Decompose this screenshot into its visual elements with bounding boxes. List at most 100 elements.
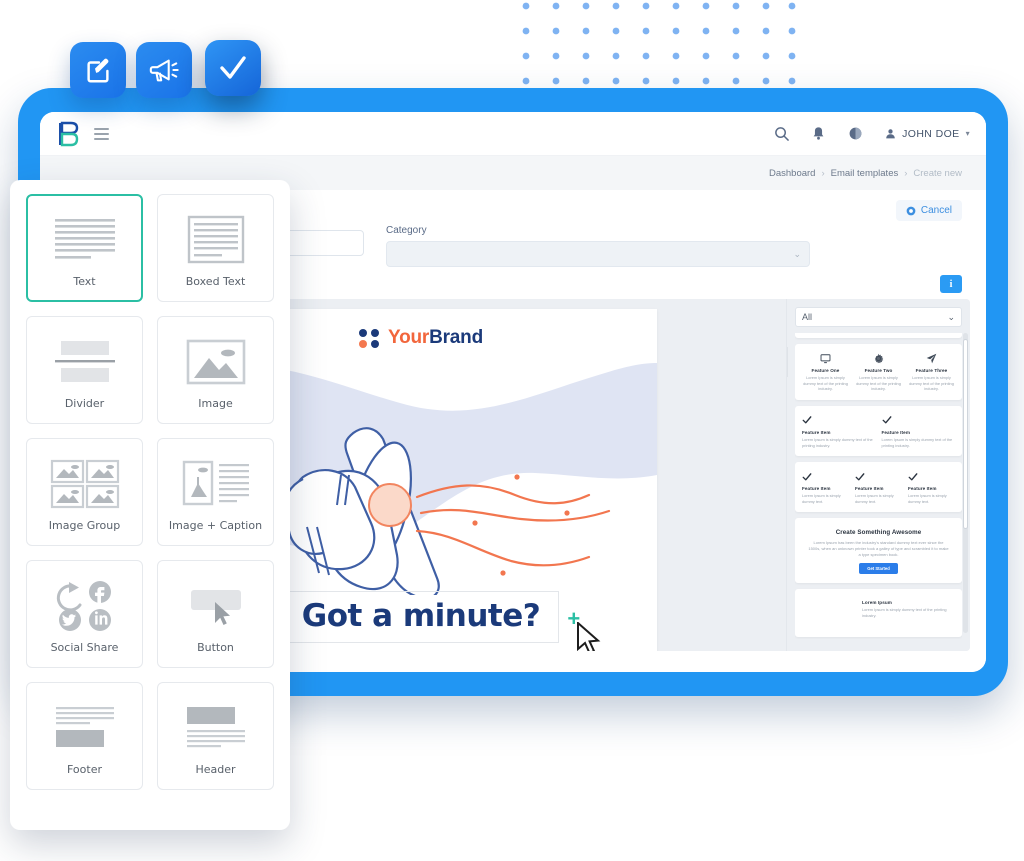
- page-title: Got a minute?: [301, 598, 541, 634]
- template-gallery: › All ⌄ Lorem Ipsum is simply dummy text…: [786, 299, 970, 651]
- info-button[interactable]: i: [940, 275, 962, 293]
- gallery-card[interactable]: Lorem Ipsum is simply dummy text of the …: [795, 333, 962, 339]
- check-icon: [855, 470, 902, 483]
- blocks-panel: Text Boxed Text Divider Image Image Grou…: [10, 180, 290, 830]
- gallery-card-title: Lorem Ipsum: [862, 600, 892, 606]
- gallery-scrollbar[interactable]: [963, 333, 968, 633]
- breadcrumb-separator: ›: [904, 167, 908, 179]
- block-tile-social-share[interactable]: Social Share: [26, 560, 143, 668]
- gallery-card-title: Feature Three: [915, 368, 948, 374]
- gallery-card-text: Lorem Ipsum is simply dummy text of the …: [803, 375, 848, 392]
- block-tile-divider[interactable]: Divider: [26, 316, 143, 424]
- globe-icon[interactable]: [848, 126, 863, 141]
- gallery-filter-value: All: [802, 312, 813, 322]
- gear-icon: [855, 352, 902, 365]
- gallery-card-column: Feature Item Lorem Ipsum is simply dummy…: [855, 470, 902, 504]
- gallery-card-title: Feature Item: [881, 429, 911, 435]
- block-tile-label: Text: [73, 274, 96, 288]
- blocks-grid: Text Boxed Text Divider Image Image Grou…: [26, 194, 274, 790]
- gallery-collapse-button[interactable]: ›: [787, 347, 788, 377]
- block-tile-label: Header: [195, 762, 236, 776]
- monitor-icon: [802, 352, 849, 365]
- gallery-card[interactable]: Create Something Awesome Lorem Ipsum has…: [795, 518, 962, 584]
- cancel-button[interactable]: Cancel: [895, 200, 962, 221]
- block-tile-footer[interactable]: Footer: [26, 682, 143, 790]
- gallery-card-column: Feature Three Lorem Ipsum is simply dumm…: [908, 352, 955, 392]
- block-tile-label: Divider: [64, 396, 105, 410]
- gallery-card-title: Feature Item: [855, 486, 884, 492]
- gallery-card-column: Feature Item Lorem Ipsum is simply dummy…: [908, 470, 955, 504]
- cancel-button-label: Cancel: [920, 205, 952, 216]
- gallery-card-column: Feature Item Lorem Ipsum is simply dummy…: [802, 470, 849, 504]
- gallery-card-column: Feature Two Lorem Ipsum is simply dummy …: [855, 352, 902, 392]
- header-actions: JOHN DOE ▾: [774, 126, 970, 141]
- gallery-card-column: Feature Item Lorem Ipsum is simply dummy…: [802, 414, 876, 448]
- check-icon: [882, 414, 956, 427]
- cancel-circle-icon: [906, 206, 916, 215]
- breadcrumb-separator: ›: [821, 167, 825, 179]
- block-tile-button[interactable]: Button: [157, 560, 274, 668]
- block-tile-label: Boxed Text: [185, 274, 246, 288]
- block-tile-label: Image + Caption: [168, 518, 263, 532]
- block-tile-image-group[interactable]: Image Group: [26, 438, 143, 546]
- block-tile-label: Button: [197, 640, 234, 654]
- gallery-card-text: Lorem Ipsum is simply dummy text.: [908, 493, 947, 504]
- gallery-card-text: Lorem Ipsum is simply dummy text of the …: [881, 436, 953, 448]
- gallery-card[interactable]: Feature Item Lorem Ipsum is simply dummy…: [795, 405, 962, 457]
- gallery-card-list[interactable]: Lorem Ipsum is simply dummy text of the …: [795, 333, 962, 639]
- headline-selection-box[interactable]: Got a minute? +: [282, 591, 601, 651]
- boxed-text-block-icon: [182, 209, 250, 271]
- search-icon[interactable]: [774, 126, 789, 141]
- category-field-group: Category ⌄: [386, 225, 810, 267]
- image-block-icon: [185, 331, 247, 393]
- gallery-card-column: Feature Item Lorem Ipsum is simply dummy…: [882, 414, 956, 448]
- compose-icon-chip[interactable]: [70, 42, 126, 98]
- block-tile-image-caption[interactable]: Image + Caption: [157, 438, 274, 546]
- block-tile-image[interactable]: Image: [157, 316, 274, 424]
- app-header: JOHN DOE ▾: [40, 112, 986, 156]
- footer-block-icon: [54, 697, 116, 759]
- mouse-cursor-icon: [577, 622, 601, 651]
- block-tile-boxed-text[interactable]: Boxed Text: [157, 194, 274, 302]
- gallery-card-text: Lorem Ipsum is simply dummy text.: [855, 493, 894, 504]
- breadcrumb-item-dashboard[interactable]: Dashboard: [769, 168, 815, 179]
- block-tile-label: Footer: [67, 762, 102, 776]
- gallery-card-title: Feature Two: [864, 368, 893, 374]
- breadcrumb: Dashboard › Email templates › Create new: [769, 168, 962, 179]
- gallery-card[interactable]: Feature One Lorem Ipsum is simply dummy …: [795, 344, 962, 400]
- check-icon-chip[interactable]: [205, 40, 261, 96]
- breadcrumb-item-email-templates[interactable]: Email templates: [831, 168, 899, 179]
- brand-logo-icon[interactable]: [56, 121, 80, 147]
- block-tile-text[interactable]: Text: [26, 194, 143, 302]
- gallery-card-text: Lorem Ipsum is simply dummy text of the …: [862, 607, 947, 618]
- gallery-scrollbar-thumb[interactable]: [963, 339, 968, 529]
- bell-icon[interactable]: [811, 126, 826, 141]
- gallery-card-button[interactable]: Get Started: [859, 563, 898, 575]
- check-icon: [908, 470, 955, 483]
- gallery-card[interactable]: Lorem Ipsum Lorem Ipsum is simply dummy …: [795, 589, 962, 638]
- social-share-block-icon: [52, 575, 118, 637]
- user-menu[interactable]: JOHN DOE ▾: [885, 128, 970, 140]
- category-field-label: Category: [386, 225, 427, 236]
- brand-word-first: Your: [388, 327, 430, 348]
- gallery-card-title: Feature Item: [802, 429, 831, 435]
- breadcrumb-item-create-new: Create new: [913, 167, 962, 179]
- avatar-icon: [886, 129, 895, 139]
- check-icon: [802, 414, 876, 427]
- megaphone-icon-chip[interactable]: [136, 42, 192, 98]
- gallery-card-title: Feature One: [811, 368, 840, 374]
- gallery-card-title: Create Something Awesome: [835, 529, 922, 537]
- block-tile-header[interactable]: Header: [157, 682, 274, 790]
- chevron-down-icon: ▾: [965, 129, 970, 138]
- brand-wordmark: YourBrand: [388, 327, 483, 349]
- button-block-icon: [181, 575, 251, 637]
- send-icon: [908, 352, 955, 365]
- divider-block-icon: [51, 331, 119, 393]
- gallery-filter-select[interactable]: All ⌄: [795, 307, 962, 327]
- gallery-card-title: Feature Item: [802, 486, 831, 492]
- gallery-card[interactable]: Feature Item Lorem Ipsum is simply dummy…: [795, 462, 962, 513]
- category-select[interactable]: ⌄: [386, 241, 810, 267]
- chevron-down-icon: ⌄: [793, 248, 801, 259]
- hamburger-icon[interactable]: [94, 127, 109, 140]
- gallery-card-text: Lorem Ipsum is simply dummy text of the …: [802, 436, 873, 448]
